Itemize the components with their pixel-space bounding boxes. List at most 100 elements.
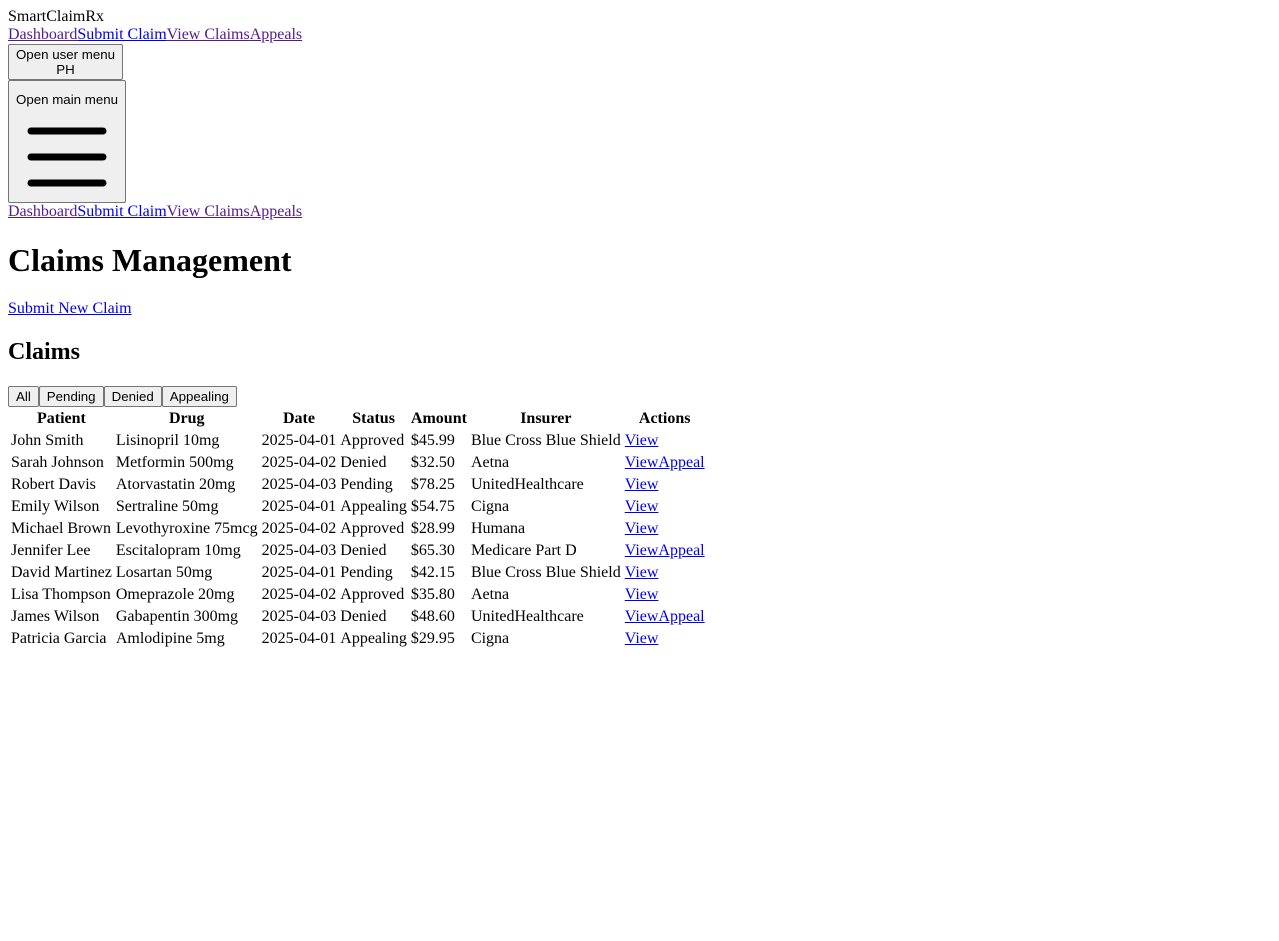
table-row: Patricia Garcia Amlodipine 5mg 2025-04-01 A…: [10, 629, 706, 649]
view-claim-link[interactable]: View: [625, 476, 659, 493]
appeal-claim-link[interactable]: Appeal: [658, 454, 704, 471]
mobile-nav-submit-claim-link[interactable]: Submit Claim: [77, 203, 166, 220]
cell-status: Approved: [340, 432, 405, 449]
filter-denied-button[interactable]: Denied: [103, 386, 162, 407]
nav-dashboard-link[interactable]: Dashboard: [8, 26, 77, 43]
view-claim-link[interactable]: View: [625, 542, 659, 559]
main-menu-label: Open main menu: [16, 92, 118, 107]
cell-status: Pending: [340, 476, 393, 493]
cell-actions: View: [624, 563, 706, 583]
cell-status: Denied: [340, 542, 387, 559]
cell-insurer: Cigna: [470, 498, 510, 515]
cell-drug: Amlodipine 5mg: [115, 630, 225, 647]
claims-section-title: Claims: [8, 339, 80, 365]
cell-amount: $48.60: [410, 608, 455, 625]
header-date: Date: [282, 410, 315, 427]
status-filter-group: All Pending Denied Appealing: [8, 386, 1271, 407]
cell-patient: Patricia Garcia: [11, 630, 107, 647]
mobile-nav: DashboardSubmit ClaimView ClaimsAppeals: [8, 203, 1271, 221]
cell-status: Approved: [340, 520, 405, 537]
cell-actions: View: [624, 497, 706, 517]
cell-status: Denied: [340, 608, 387, 625]
top-nav: DashboardSubmit ClaimView ClaimsAppeals: [8, 26, 1271, 44]
cell-actions: View: [624, 585, 706, 605]
header-amount: Amount: [410, 410, 467, 427]
cell-status: Denied: [340, 454, 387, 471]
table-row: John Smith Lisinopril 10mg 2025-04-01 Appro…: [10, 431, 706, 451]
cell-insurer: Blue Cross Blue Shield: [470, 564, 621, 581]
main-menu-button[interactable]: Open main menu: [8, 80, 126, 203]
cell-amount: $78.25: [410, 476, 455, 493]
nav-appeals-link[interactable]: Appeals: [250, 26, 302, 43]
cell-date: 2025-04-01: [261, 432, 337, 449]
cell-drug: Omeprazole 20mg: [115, 586, 235, 603]
cell-drug: Metformin 500mg: [115, 454, 234, 471]
view-claim-link[interactable]: View: [625, 608, 659, 625]
cell-drug: Sertraline 50mg: [115, 498, 219, 515]
table-row: Jennifer Lee Escitalopram 10mg 2025-04-03 D…: [10, 541, 706, 561]
cell-date: 2025-04-03: [261, 542, 337, 559]
mobile-nav-dashboard-link[interactable]: Dashboard: [8, 203, 77, 220]
appeal-claim-link[interactable]: Appeal: [658, 608, 704, 625]
cell-date: 2025-04-01: [261, 630, 337, 647]
nav-submit-claim-link[interactable]: Submit Claim: [77, 26, 166, 43]
nav-view-claims-link[interactable]: View Claims: [167, 26, 250, 43]
cell-insurer: Aetna: [470, 586, 510, 603]
cell-amount: $32.50: [410, 454, 455, 471]
cell-insurer: UnitedHealthcare: [470, 476, 584, 493]
appeal-claim-link[interactable]: Appeal: [658, 542, 704, 559]
header-insurer: Insurer: [520, 410, 572, 427]
cell-date: 2025-04-03: [261, 608, 337, 625]
view-claim-link[interactable]: View: [625, 454, 659, 471]
cell-actions: View: [624, 475, 706, 495]
mobile-nav-appeals-link[interactable]: Appeals: [250, 203, 302, 220]
mobile-nav-view-claims-link[interactable]: View Claims: [167, 203, 250, 220]
cell-insurer: Humana: [470, 520, 526, 537]
filter-appealing-button[interactable]: Appealing: [161, 386, 237, 407]
cell-patient: James Wilson: [11, 608, 100, 625]
view-claim-link[interactable]: View: [625, 498, 659, 515]
view-claim-link[interactable]: View: [625, 586, 659, 603]
view-claim-link[interactable]: View: [625, 564, 659, 581]
avatar-initials: PH: [56, 62, 75, 77]
cell-actions: View: [624, 519, 706, 539]
cell-amount: $54.75: [410, 498, 455, 515]
cell-amount: $28.99: [410, 520, 455, 537]
cell-drug: Atorvastatin 20mg: [115, 476, 236, 493]
cell-amount: $45.99: [410, 432, 455, 449]
view-claim-link[interactable]: View: [625, 520, 659, 537]
submit-new-claim-link[interactable]: Submit New Claim: [8, 300, 132, 317]
header-actions: Actions: [638, 410, 691, 427]
cell-patient: Robert Davis: [11, 476, 96, 493]
filter-pending-button[interactable]: Pending: [38, 386, 104, 407]
cell-drug: Losartan 50mg: [115, 564, 213, 581]
cell-patient: Michael Brown: [11, 520, 111, 537]
table-row: Michael Brown Levothyroxine 75mcg 2025-04-…: [10, 519, 706, 539]
cell-actions: ViewAppeal: [624, 453, 706, 473]
user-menu-button[interactable]: Open user menu PH: [8, 44, 123, 80]
cell-actions: View: [624, 629, 706, 649]
cell-status: Appealing: [340, 498, 407, 515]
cell-drug: Escitalopram 10mg: [115, 542, 241, 559]
filter-all-button[interactable]: All: [8, 386, 39, 407]
table-header-row: Patient Drug Date Status Amount Insurer …: [10, 409, 706, 429]
cell-date: 2025-04-03: [261, 476, 337, 493]
cell-actions: ViewAppeal: [624, 607, 706, 627]
cell-patient: Lisa Thompson: [11, 586, 111, 603]
view-claim-link[interactable]: View: [625, 432, 659, 449]
table-row: Robert Davis Atorvastatin 20mg 2025-04-03 P…: [10, 475, 706, 495]
table-row: Lisa Thompson Omeprazole 20mg 2025-04-02 Ap…: [10, 585, 706, 605]
cell-patient: Sarah Johnson: [11, 454, 104, 471]
header-patient: Patient: [36, 410, 86, 427]
header-status: Status: [352, 410, 395, 427]
cell-date: 2025-04-02: [261, 520, 337, 537]
cell-drug: Levothyroxine 75mcg: [115, 520, 258, 537]
cell-patient: Emily Wilson: [11, 498, 100, 515]
cell-amount: $35.80: [410, 586, 455, 603]
cell-status: Appealing: [340, 630, 407, 647]
hamburger-icon: [27, 127, 107, 187]
cell-insurer: Blue Cross Blue Shield: [470, 432, 621, 449]
view-claim-link[interactable]: View: [625, 630, 659, 647]
cell-actions: View: [624, 431, 706, 451]
cell-insurer: Medicare Part D: [470, 542, 577, 559]
